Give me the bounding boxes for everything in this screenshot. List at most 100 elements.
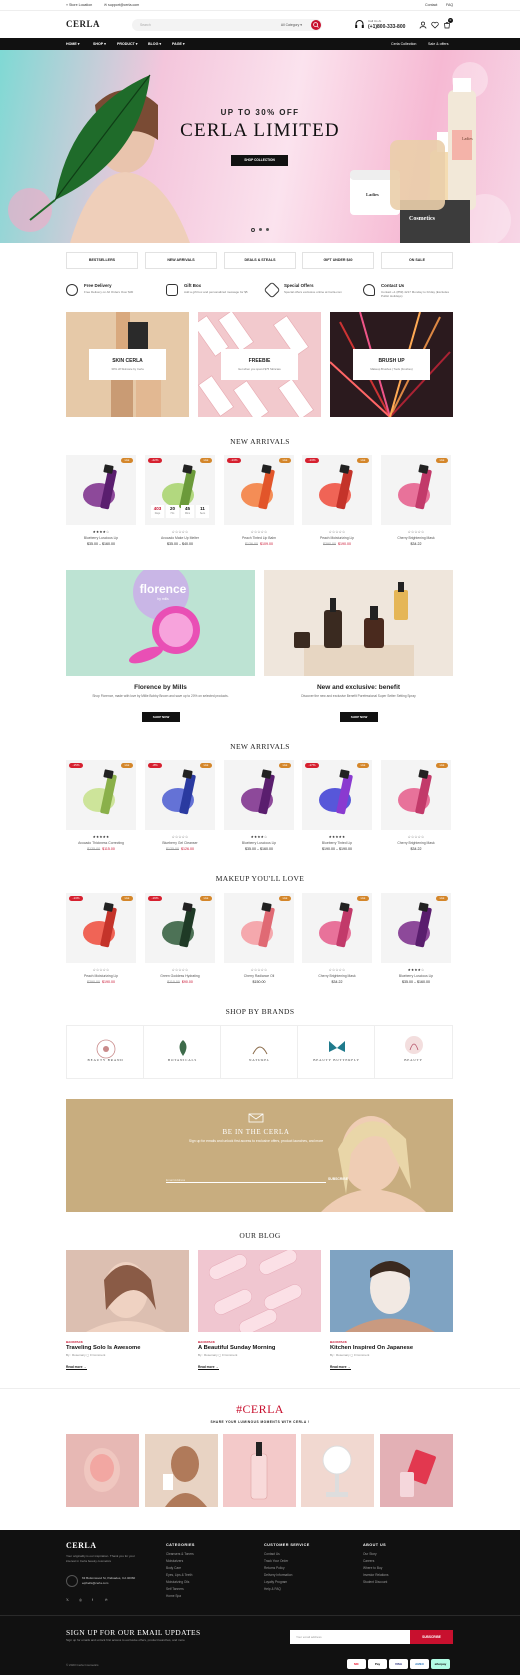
footer-link[interactable]: Delivery Information — [264, 1573, 292, 1577]
nav-blog[interactable]: BLOG ▾ — [148, 42, 161, 46]
blog-image-3[interactable] — [330, 1250, 453, 1332]
product-card[interactable]: Hot ☆☆☆☆☆ Cherry Radiance Oil $150.00 — [224, 893, 294, 1003]
newsletter-subscribe-button[interactable]: SUBSCRIBE — [328, 1177, 348, 1181]
product-card[interactable]: -13% Hot ☆☆☆☆☆ Peach Moisturizing Lip $390.0… — [66, 893, 136, 1003]
product-name[interactable]: Peach Moisturizing Lip — [302, 536, 372, 540]
product-name[interactable]: Blueberry Luscious Lip — [66, 536, 136, 540]
quick-cat-deals[interactable]: DEALS & STEALS — [224, 252, 296, 269]
footer-link[interactable]: Self Tanners — [166, 1587, 184, 1591]
slider-dot-1[interactable] — [251, 227, 255, 232]
product-image[interactable] — [66, 760, 136, 830]
product-image[interactable] — [145, 893, 215, 963]
product-image[interactable] — [381, 760, 451, 830]
slider-dot-2[interactable] — [259, 228, 262, 231]
support-email-link[interactable]: ✉ support@cerla.com — [104, 3, 139, 7]
product-name[interactable]: Avocado Thickness Correcting — [66, 841, 136, 845]
product-image[interactable] — [224, 760, 294, 830]
florence-banner[interactable]: florence by mills — [66, 570, 255, 676]
product-card[interactable]: Hot ☆☆☆☆☆ Cherry Brightening Mask $34.22 — [381, 455, 451, 565]
twitter-icon[interactable]: 𝕏 — [66, 1598, 69, 1602]
instagram-photo-4[interactable] — [301, 1434, 374, 1507]
brand-logo-5[interactable]: BEAUTY — [375, 1026, 452, 1078]
blog-image-1[interactable] — [66, 1250, 189, 1332]
instagram-photo-3[interactable] — [223, 1434, 296, 1507]
instagram-icon[interactable]: ◎ — [79, 1598, 82, 1602]
product-name[interactable]: Blueberry Luscious Lip — [381, 974, 451, 978]
product-card[interactable]: -19% Hot ☆☆☆☆☆ Green Goddess Hydrating $110.… — [145, 893, 215, 1003]
nav-home[interactable]: HOME ▾ — [66, 42, 80, 46]
search-input[interactable]: Search — [140, 23, 151, 27]
product-card[interactable]: Hot ★★★★☆ Blueberry Luscious Lip $35.00 – $… — [224, 760, 294, 870]
florence-shop-button[interactable]: SHOP NOW — [142, 712, 180, 722]
pinterest-icon[interactable]: ℗ — [105, 1598, 108, 1602]
product-name[interactable]: Cherry Brightening Mask — [381, 536, 451, 540]
product-card[interactable]: Hot ☆☆☆☆☆ Cherry Brightening Mask $34.22 — [302, 893, 372, 1003]
instagram-photo-1[interactable] — [66, 1434, 139, 1507]
product-card[interactable]: -22% Hot 403 Days 20 Hrs 45 Mins 11 Secs ☆☆☆☆☆ Avoc… — [145, 455, 215, 565]
product-name[interactable]: Peach Moisturizing Lip — [66, 974, 136, 978]
product-card[interactable]: -13% Hot ☆☆☆☆☆ Peach Moisturizing Lip $390.0… — [302, 455, 372, 565]
nav-product[interactable]: PRODUCT ▾ — [117, 42, 138, 46]
footer-link[interactable]: Student Discount — [363, 1580, 387, 1584]
footer-logo[interactable]: CERLA — [66, 1541, 97, 1550]
product-name[interactable]: Cherry Radiance Oil — [224, 974, 294, 978]
hero-shop-button[interactable]: SHOP COLLECTION — [231, 155, 288, 166]
footer-link[interactable]: Our Story — [363, 1552, 377, 1556]
product-card[interactable]: -13% Hot ☆☆☆☆☆ Peach Tinted Lip Balm $136.00… — [224, 455, 294, 565]
product-card[interactable]: Hot ★★★★☆ Blueberry Luscious Lip $35.00 – $… — [66, 455, 136, 565]
product-image[interactable] — [66, 455, 136, 525]
promo-brush-up[interactable]: BRUSH UP Makeup Brushes | Tools (brushes… — [330, 312, 453, 417]
blog-image-2[interactable] — [198, 1250, 321, 1332]
product-name[interactable]: Blueberry Tinted Lip — [302, 841, 372, 845]
footer-link[interactable]: Careers — [363, 1559, 374, 1563]
footer-link[interactable]: Eyes, Lips & Teeth — [166, 1573, 192, 1577]
product-image[interactable] — [224, 455, 294, 525]
category-select[interactable]: All Category ▾ — [281, 23, 302, 27]
footer-link[interactable]: Track Your Order — [264, 1559, 288, 1563]
newsletter-email-input[interactable]: Email Address — [166, 1177, 326, 1183]
brand-logo-3[interactable]: NATUREL — [221, 1026, 298, 1078]
product-name[interactable]: Peach Tinted Lip Balm — [224, 536, 294, 540]
quick-cat-new-arrivals[interactable]: NEW ARRIVALS — [145, 252, 217, 269]
facebook-icon[interactable]: f — [92, 1598, 93, 1602]
footer-link[interactable]: Body Care — [166, 1566, 181, 1570]
footer-link[interactable]: Home Spa — [166, 1594, 181, 1598]
nav-sale-offers[interactable]: Sale & offers — [428, 42, 449, 46]
product-name[interactable]: Cherry Brightening Mask — [302, 974, 372, 978]
footer-link[interactable]: Moisturizers — [166, 1559, 183, 1563]
product-name[interactable]: Green Goddess Hydrating — [145, 974, 215, 978]
product-card[interactable]: Hot ★★★★☆ Blueberry Luscious Lip $35.00 – $… — [381, 893, 451, 1003]
contact-link[interactable]: Contact — [425, 3, 437, 7]
nav-page[interactable]: PAGE ▾ — [172, 42, 185, 46]
promo-skin-cerla[interactable]: SKIN CERLA 30% off Skincare by Cerla — [66, 312, 189, 417]
read-more-link[interactable]: Read more → — [66, 1365, 87, 1370]
footer-subscribe-button[interactable]: SUBSCRIBE — [410, 1630, 453, 1644]
footer-link[interactable]: Help & FAQ — [264, 1587, 281, 1591]
benefit-shop-button[interactable]: SHOP NOW — [340, 712, 378, 722]
product-image[interactable] — [381, 893, 451, 963]
brand-logo-1[interactable]: BEAUTY BRAND — [67, 1026, 144, 1078]
footer-link[interactable]: Moisturizing Oils — [166, 1580, 189, 1584]
product-name[interactable]: Cherry Brightening Mask — [381, 841, 451, 845]
product-image[interactable] — [66, 893, 136, 963]
user-icon[interactable] — [419, 21, 427, 30]
product-card[interactable]: -17% Hot ★★★★★ Blueberry Tinted Lip $190.00 … — [302, 760, 372, 870]
quick-cat-on-sale[interactable]: ON SALE — [381, 252, 453, 269]
phone-number[interactable]: (+1)800-333-800 — [368, 24, 405, 30]
store-location-link[interactable]: ⌖ Store Location — [66, 3, 92, 7]
wishlist-icon[interactable] — [431, 21, 439, 30]
product-name[interactable]: Avocado Make Up Melter — [145, 536, 215, 540]
footer-link[interactable]: Investor Relations — [363, 1573, 389, 1577]
logo[interactable]: CERLA — [66, 19, 100, 29]
footer-email[interactable]: eqthells@cerla.com — [82, 1581, 108, 1585]
footer-link[interactable]: Where to Buy — [363, 1566, 382, 1570]
slider-dot-3[interactable] — [266, 228, 269, 231]
footer-link[interactable]: Cleansers & Toners — [166, 1552, 194, 1556]
product-name[interactable]: Blueberry Luscious Lip — [224, 841, 294, 845]
nav-cerla-collection[interactable]: Cerla Collection — [391, 42, 416, 46]
product-image[interactable] — [145, 760, 215, 830]
instagram-photo-2[interactable] — [145, 1434, 218, 1507]
read-more-link[interactable]: Read more → — [330, 1365, 351, 1370]
nav-shop[interactable]: SHOP ▾ — [93, 42, 106, 46]
product-image[interactable] — [302, 455, 372, 525]
